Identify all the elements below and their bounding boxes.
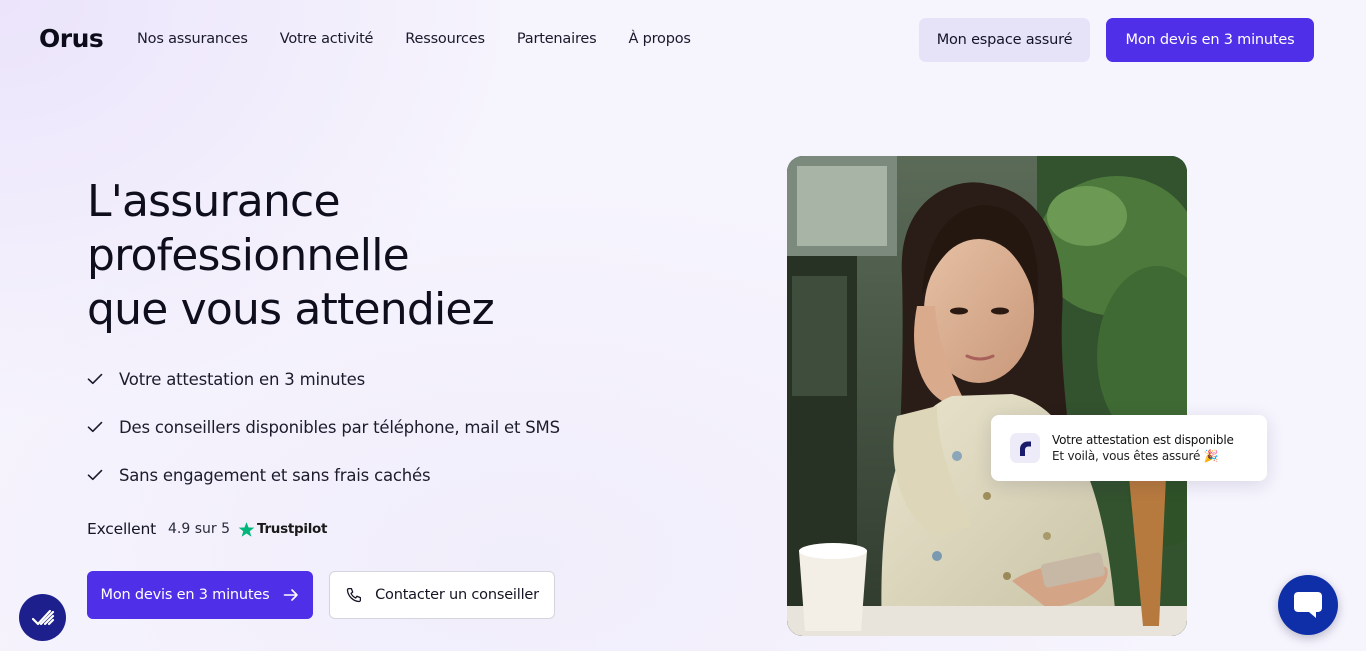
orus-logo-icon (1010, 433, 1040, 463)
hero-title-line: que vous attendiez (87, 284, 495, 335)
nav-item-partenaires[interactable]: Partenaires (517, 31, 597, 47)
hero-quote-button[interactable]: Mon devis en 3 minutes (87, 571, 313, 619)
benefit-item: Votre attestation en 3 minutes (87, 366, 560, 392)
contact-advisor-button[interactable]: Contacter un conseiller (329, 571, 555, 619)
nav-item-activite[interactable]: Votre activité (280, 31, 374, 47)
contact-advisor-label: Contacter un conseiller (375, 587, 539, 603)
trustpilot-rating[interactable]: Excellent 4.9 sur 5 Trustpilot (87, 518, 327, 540)
arrow-right-icon (284, 589, 299, 601)
main-nav: Nos assurances Votre activité Ressources… (137, 31, 691, 47)
accessibility-button[interactable] (19, 594, 66, 641)
chat-button[interactable] (1278, 575, 1338, 635)
nav-item-a-propos[interactable]: À propos (628, 31, 690, 47)
account-button[interactable]: Mon espace assuré (919, 18, 1090, 62)
nav-item-assurances[interactable]: Nos assurances (137, 31, 248, 47)
notification-text: Votre attestation est disponible Et voil… (1052, 433, 1234, 463)
check-icon (87, 421, 103, 433)
hero-title: L'assurance professionnelle que vous att… (87, 175, 687, 337)
star-icon (238, 521, 255, 537)
benefit-item: Sans engagement et sans frais cachés (87, 462, 560, 488)
benefits-list: Votre attestation en 3 minutes Des conse… (87, 366, 560, 510)
benefit-item: Des conseillers disponibles par téléphon… (87, 414, 560, 440)
check-icon (87, 373, 103, 385)
rating-score: 4.9 sur 5 (168, 521, 231, 537)
hero-quote-label: Mon devis en 3 minutes (100, 587, 270, 603)
hero-title-line: professionnelle (87, 230, 410, 281)
benefit-text: Votre attestation en 3 minutes (119, 369, 366, 389)
benefit-text: Des conseillers disponibles par téléphon… (119, 417, 560, 437)
phone-icon (346, 587, 362, 603)
rating-label: Excellent (87, 520, 157, 538)
logo[interactable]: Orus (39, 24, 104, 53)
hero-title-line: L'assurance (87, 176, 341, 227)
chat-icon (1294, 592, 1322, 618)
accessibility-icon (31, 609, 54, 625)
nav-item-ressources[interactable]: Ressources (405, 31, 485, 47)
notification-title: Votre attestation est disponible (1052, 433, 1234, 447)
header-quote-button[interactable]: Mon devis en 3 minutes (1106, 18, 1314, 62)
notification-subtitle: Et voilà, vous êtes assuré 🎉 (1052, 449, 1219, 463)
hero-photo (787, 156, 1187, 636)
notification-card: Votre attestation est disponible Et voil… (991, 415, 1267, 481)
check-icon (87, 469, 103, 481)
benefit-text: Sans engagement et sans frais cachés (119, 465, 431, 485)
trustpilot-logo: Trustpilot (257, 521, 328, 537)
